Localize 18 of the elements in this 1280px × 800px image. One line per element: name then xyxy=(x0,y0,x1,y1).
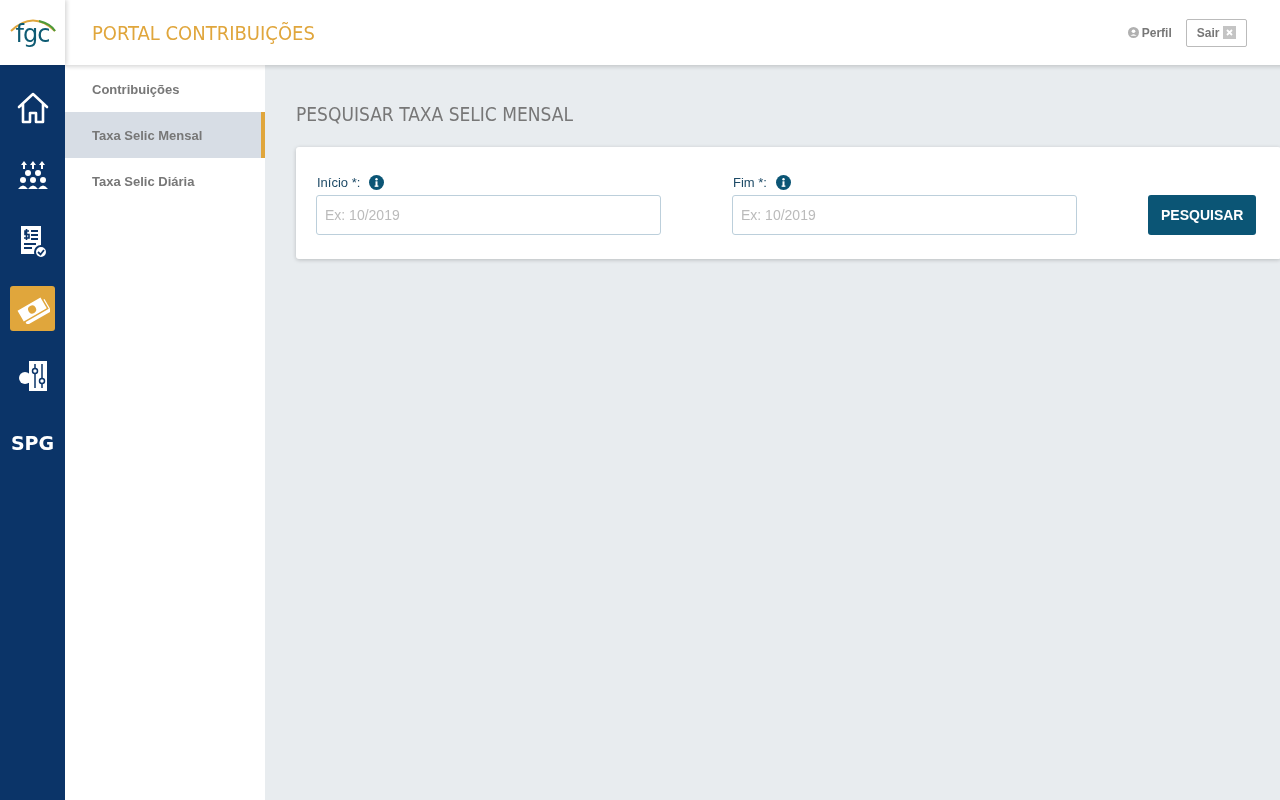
submenu-item[interactable]: Taxa Selic Diária xyxy=(65,158,265,204)
field-label: Início *: xyxy=(317,175,361,190)
page-title: PESQUISAR TAXA SELIC MENSAL xyxy=(296,103,574,125)
profile-link[interactable]: Perfil xyxy=(1127,25,1172,40)
spg-link[interactable]: SPG xyxy=(10,420,55,465)
logout-button[interactable]: Sair xyxy=(1185,18,1248,47)
close-icon xyxy=(1223,26,1237,39)
submenu-item[interactable]: Taxa Selic Mensal xyxy=(65,112,265,158)
search-button[interactable]: PESQUISAR xyxy=(1148,195,1257,235)
user-icon xyxy=(1127,27,1139,38)
fgc-logo: fgc xyxy=(8,17,57,48)
date-input[interactable]: Ex: 10/2019 xyxy=(732,195,1077,235)
info-icon[interactable] xyxy=(775,175,791,190)
field-label: Fim *: xyxy=(733,175,767,190)
portal-title: PORTAL CONTRIBUIÇÕES xyxy=(92,20,315,45)
date-input[interactable]: Ex: 10/2019 xyxy=(316,195,661,235)
info-icon[interactable] xyxy=(369,175,385,190)
submenu-item[interactable]: Contribuições xyxy=(65,66,265,112)
